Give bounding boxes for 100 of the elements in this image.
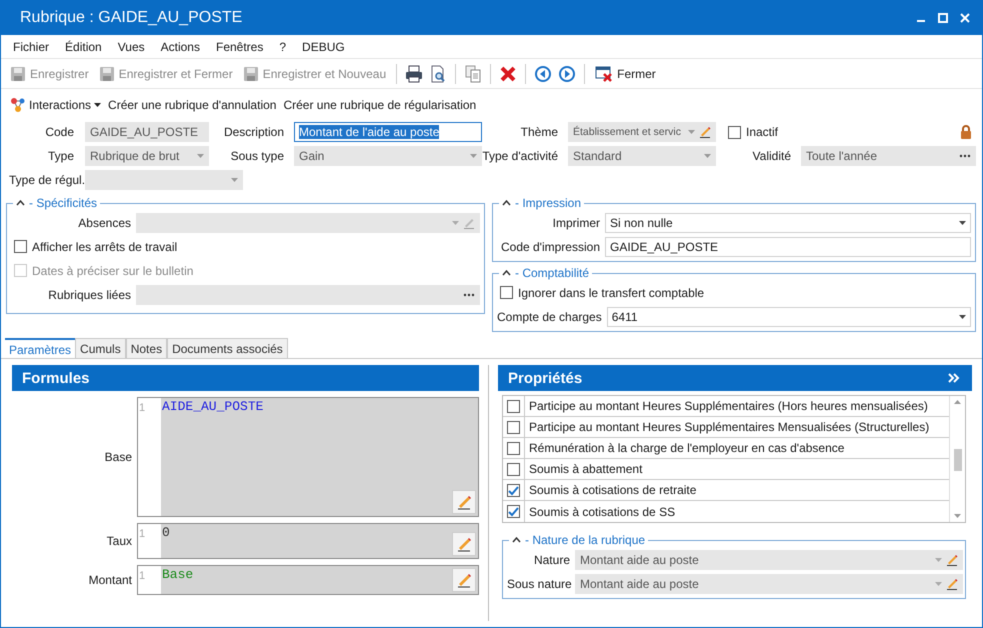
menu-item[interactable]: Fenêtres bbox=[216, 40, 264, 54]
menu-item[interactable]: Fichier bbox=[13, 40, 50, 54]
menu-item[interactable]: Actions bbox=[160, 40, 200, 54]
back-arrow-icon[interactable] bbox=[534, 64, 552, 82]
field-label: Type d'activité bbox=[482, 149, 559, 163]
description-field[interactable]: Montant de l'aide au poste bbox=[294, 122, 482, 142]
scroll-up-icon[interactable] bbox=[954, 400, 961, 404]
lock-icon bbox=[960, 125, 972, 139]
line-number: 1 bbox=[138, 398, 161, 516]
formula-text: Base bbox=[161, 566, 194, 582]
field-label: Code bbox=[44, 125, 75, 139]
line-number: 1 bbox=[138, 524, 161, 558]
caret-icon bbox=[231, 178, 238, 182]
checkbox[interactable]: Afficher les arrêts de travail bbox=[11, 236, 480, 257]
scrollbar[interactable] bbox=[949, 396, 965, 522]
collapse-icon[interactable] bbox=[502, 200, 511, 206]
formula-editor[interactable]: 1 0 bbox=[137, 523, 479, 559]
caret-icon bbox=[935, 558, 942, 562]
print-dropdown[interactable]: Si non nulle bbox=[605, 212, 971, 232]
field-label: Montant bbox=[88, 573, 133, 587]
expand-icon[interactable] bbox=[948, 373, 960, 383]
field-label: Rubriques liées bbox=[47, 288, 132, 302]
close-icon[interactable] bbox=[960, 13, 970, 23]
formula-text: 0 bbox=[161, 524, 170, 540]
caret-icon bbox=[959, 314, 966, 318]
checkbox[interactable] bbox=[507, 462, 520, 476]
field-label: Base bbox=[104, 450, 133, 464]
menu-item[interactable]: DEBUG bbox=[302, 40, 345, 54]
printer-icon[interactable] bbox=[405, 64, 424, 82]
action-button[interactable]: Créer une rubrique d'annulation bbox=[108, 98, 276, 112]
caret-icon bbox=[688, 130, 695, 134]
field-label: Code d'impression bbox=[500, 240, 601, 254]
account-dropdown[interactable]: 6411 bbox=[606, 306, 971, 326]
group-title: - Comptabilité bbox=[515, 266, 590, 280]
property-label: Participe au montant Heures Supplémentaires (Hors heures mensualisées) bbox=[528, 399, 928, 413]
delete-icon[interactable] bbox=[499, 64, 518, 82]
action-button[interactable]: Créer une rubrique de régularisation bbox=[283, 98, 476, 112]
tab[interactable]: Documents associés bbox=[167, 338, 288, 358]
group-title: - Nature de la rubrique bbox=[525, 533, 646, 547]
scrollbar-thumb[interactable] bbox=[954, 449, 962, 471]
print-code-field[interactable]: GAIDE_AU_POSTE bbox=[605, 236, 971, 256]
field-label: Sous type bbox=[230, 149, 285, 163]
field-label: Type bbox=[46, 149, 75, 163]
pencil-icon bbox=[456, 572, 472, 588]
field-label: Nature bbox=[532, 552, 571, 566]
collapse-icon[interactable] bbox=[16, 200, 25, 206]
property-label: Soumis à cotisations de retraite bbox=[528, 483, 696, 497]
nature-dropdown[interactable]: Montant aide au poste bbox=[575, 550, 963, 570]
caret-icon bbox=[452, 220, 459, 224]
tab[interactable]: Cumuls bbox=[75, 338, 126, 358]
checkbox[interactable] bbox=[507, 400, 520, 412]
pencil-icon[interactable] bbox=[946, 578, 958, 590]
field-label: Sous nature bbox=[507, 576, 573, 590]
print-preview-icon[interactable] bbox=[429, 64, 448, 82]
caret-icon bbox=[704, 154, 711, 158]
caret-icon bbox=[470, 154, 477, 158]
collapse-icon[interactable] bbox=[512, 537, 521, 543]
copy-icon[interactable] bbox=[464, 64, 482, 82]
forward-arrow-icon[interactable] bbox=[558, 64, 576, 82]
property-label: Soumis à abattement bbox=[528, 462, 642, 476]
menu-item[interactable]: Vues bbox=[118, 40, 145, 54]
nature-dropdown[interactable]: Montant aide au poste bbox=[575, 574, 963, 594]
collapse-icon[interactable] bbox=[502, 270, 511, 276]
pencil-icon bbox=[456, 536, 472, 552]
edit-button[interactable] bbox=[452, 490, 476, 514]
group-title: - Impression bbox=[515, 196, 582, 210]
checkbox[interactable] bbox=[507, 505, 520, 518]
tab[interactable]: Notes bbox=[126, 338, 168, 358]
section-title: Formules bbox=[22, 370, 90, 386]
property-label: Participe au montant Heures Supplémentaires Mensualisées (Structurelles) bbox=[528, 420, 930, 434]
field-label: Taux bbox=[106, 534, 133, 548]
caret-icon bbox=[197, 154, 204, 158]
edit-button[interactable] bbox=[452, 532, 476, 556]
caret-icon bbox=[935, 582, 942, 586]
close-button[interactable]: Fermer bbox=[593, 66, 658, 82]
checkbox[interactable] bbox=[507, 484, 520, 496]
menu-item[interactable]: Édition bbox=[65, 40, 102, 54]
window-title: Rubrique : GAIDE_AU_POSTE bbox=[20, 9, 242, 27]
field-label: Validité bbox=[752, 149, 792, 163]
maximize-icon[interactable] bbox=[938, 13, 948, 23]
group-title: - Spécificités bbox=[29, 196, 98, 210]
linked-items-field[interactable] bbox=[136, 284, 480, 304]
checkbox[interactable] bbox=[507, 420, 520, 434]
property-label: Rémunération à la charge de l'employeur en cas d'absence bbox=[528, 441, 844, 455]
caret-icon bbox=[94, 103, 102, 107]
formula-text: AIDE_AU_POSTE bbox=[161, 398, 264, 414]
window-close-icon bbox=[595, 66, 614, 82]
interactions-menu-button[interactable]: Interactions bbox=[10, 97, 102, 113]
menu-item[interactable]: ? bbox=[279, 40, 286, 54]
edit-button[interactable] bbox=[452, 568, 476, 592]
pencil-icon[interactable] bbox=[946, 554, 958, 566]
scroll-down-icon[interactable] bbox=[954, 514, 961, 518]
checkbox[interactable] bbox=[507, 442, 520, 454]
network-icon bbox=[10, 97, 26, 113]
formula-editor[interactable]: 1 AIDE_AU_POSTE bbox=[137, 397, 479, 517]
ellipsis-icon[interactable] bbox=[463, 292, 475, 296]
caret-icon bbox=[959, 220, 966, 224]
pencil-icon bbox=[456, 494, 472, 510]
property-label: Soumis à cotisations de SS bbox=[528, 504, 676, 518]
checkbox[interactable]: Ignorer dans le transfert comptable bbox=[497, 282, 971, 303]
